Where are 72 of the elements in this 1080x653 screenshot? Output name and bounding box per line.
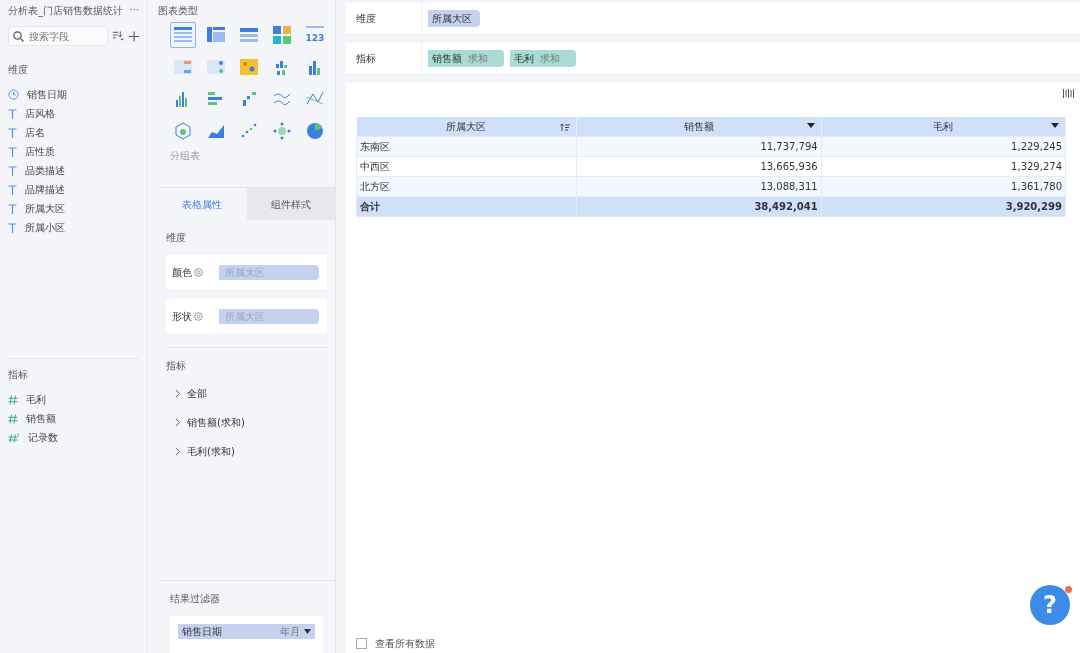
section-label: 指标: [165, 359, 187, 373]
filter-pill[interactable]: 销售日期 年月: [178, 624, 315, 639]
measure-pill[interactable]: 毛利 求和: [510, 49, 576, 67]
search-icon: [13, 31, 24, 42]
field-item[interactable]: 毛利: [8, 390, 139, 409]
text-type-icon: [8, 165, 17, 176]
tab[interactable]: 组件样式: [246, 188, 335, 220]
expandable-item[interactable]: 销售额(求和): [158, 408, 335, 437]
table-cell: 北方区: [356, 176, 577, 196]
dimension-pill[interactable]: 所属大区: [428, 9, 480, 27]
text-type-icon: [8, 203, 17, 214]
text-type-icon: [8, 127, 17, 138]
expandable-item[interactable]: 全部: [158, 379, 335, 408]
add-icon[interactable]: [128, 30, 139, 42]
text-type-icon: [8, 184, 17, 195]
total-cell: 合计: [356, 196, 577, 216]
dropdown-caret-icon[interactable]: [1051, 123, 1059, 128]
dropdown-caret-icon[interactable]: [806, 123, 815, 128]
shelf-label: 指标: [346, 43, 422, 73]
sort-icon[interactable]: [560, 123, 571, 132]
checkbox-label: 查看所有数据: [375, 637, 435, 651]
table-cell: 中西区: [356, 156, 577, 176]
field-item[interactable]: 品牌描述: [8, 180, 139, 199]
section-label: 图表类型: [158, 4, 199, 18]
field-item[interactable]: 店风格: [8, 104, 139, 123]
measure-pill[interactable]: 销售额 求和: [428, 49, 504, 67]
shelf-label: 维度: [346, 3, 422, 33]
table-cell: 1,229,245: [821, 136, 1066, 156]
checkbox-row[interactable]: 查看所有数据: [356, 636, 435, 651]
hash-icon: [8, 413, 18, 424]
chart-type-name: 分组表: [169, 149, 201, 163]
expandable-item[interactable]: 毛利(求和): [158, 437, 335, 466]
panel-title: 分析表_门店销售数据统计: [8, 4, 123, 18]
text-type-icon: [8, 146, 17, 157]
sort-filter-icon[interactable]: [112, 30, 125, 42]
field-item[interactable]: 品类描述: [8, 161, 139, 180]
section-label: 维度: [8, 63, 29, 77]
more-button[interactable]: ···: [129, 1, 139, 17]
checkbox[interactable]: [356, 638, 367, 649]
column-header[interactable]: 所属大区: [356, 117, 577, 136]
dropdown-caret-icon[interactable]: [304, 629, 311, 634]
field-item[interactable]: 店名: [8, 123, 139, 142]
field-item[interactable]: 销售日期: [8, 85, 139, 104]
field-item[interactable]: 记录数: [8, 428, 139, 447]
table-cell: 东南区: [356, 136, 577, 156]
property-label: 形状: [172, 309, 192, 324]
table-cell: 11,737,794: [576, 136, 822, 156]
text-type-icon: [8, 222, 17, 233]
search-field[interactable]: 搜索字段: [8, 26, 108, 46]
section-label: 结果过滤器: [169, 592, 221, 606]
table-cell: 1,329,274: [821, 156, 1066, 176]
notification-dot: [1065, 586, 1072, 593]
filter-granularity: 年月: [280, 625, 300, 639]
filter-field: 销售日期: [182, 624, 280, 639]
columns-icon[interactable]: [1063, 89, 1074, 98]
section-label: 维度: [165, 231, 187, 245]
chart-type-icon[interactable]: [170, 22, 196, 48]
property-label: 颜色: [172, 265, 192, 280]
text-type-icon: [8, 108, 17, 119]
field-item[interactable]: 所属小区: [8, 218, 139, 237]
column-header[interactable]: 销售额: [576, 117, 822, 136]
table-cell: 13,665,936: [576, 156, 822, 176]
settings-icon[interactable]: [194, 267, 203, 277]
hash-count-icon: [8, 432, 20, 443]
section-label: 指标: [8, 368, 29, 382]
clock-icon: [8, 89, 19, 100]
column-header[interactable]: 毛利: [821, 117, 1066, 136]
field-item[interactable]: 店性质: [8, 142, 139, 161]
settings-icon[interactable]: [194, 311, 203, 321]
hash-icon: [8, 394, 18, 405]
field-item[interactable]: 所属大区: [8, 199, 139, 218]
field-item[interactable]: 销售额: [8, 409, 139, 428]
